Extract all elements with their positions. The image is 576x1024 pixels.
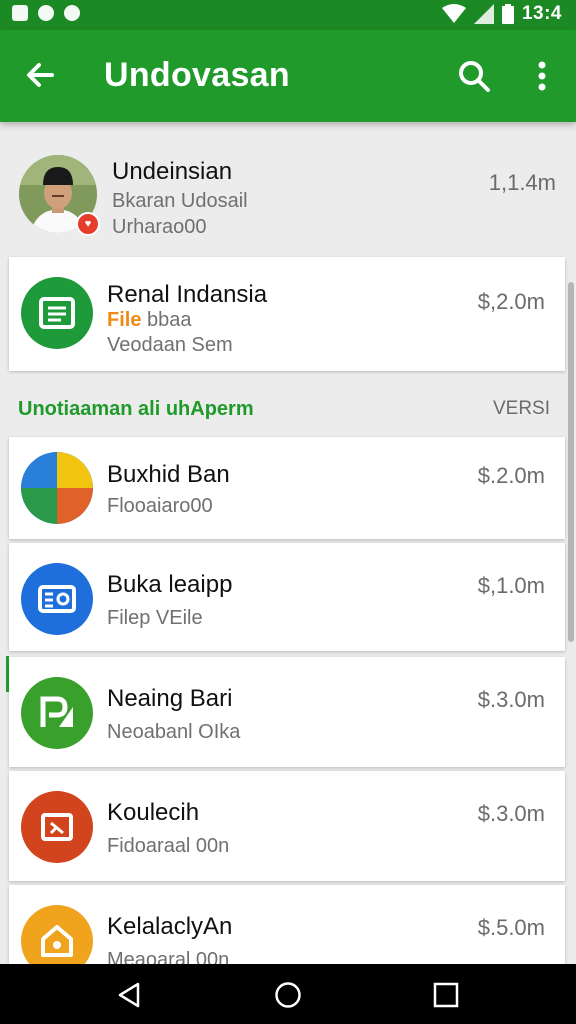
item-subtitle: Flooaiaro00 <box>107 495 213 517</box>
list-item[interactable]: Buka leaipp Filep VEile $,1.0m <box>9 543 565 651</box>
section-title: Unotiaaman ali uhAperm <box>18 398 254 420</box>
item-size: $.2.0m <box>477 463 545 488</box>
search-icon[interactable] <box>456 58 492 94</box>
content-list: ♥ Undeinsian Bkaran Udosail Urharao00 1,… <box>0 122 576 964</box>
item-size: $.3.0m <box>477 801 545 826</box>
signal-icon <box>473 4 494 24</box>
item-title: Koulecih <box>107 799 200 826</box>
section-action-button[interactable]: VERSI <box>493 398 550 420</box>
gallery-notification-icon <box>12 5 28 21</box>
document-icon <box>21 277 93 349</box>
item-subtitle: Neoabanl OIka <box>107 721 241 743</box>
item-title: Neaing Bari <box>107 685 233 712</box>
profile-name: Undeinsian <box>112 158 233 185</box>
back-nav-icon[interactable] <box>116 981 144 1009</box>
settings-notification-icon <box>38 5 54 21</box>
edit-icon <box>21 677 93 749</box>
frame-icon <box>21 791 93 863</box>
camera-icon <box>21 563 93 635</box>
page-title: Undovasan <box>104 56 290 94</box>
home-icon <box>21 905 93 964</box>
profile-line-1: Bkaran Udosail <box>112 190 248 212</box>
list-item[interactable]: Neaing Bari Neoabanl OIka $.3.0m <box>9 657 565 767</box>
featured-card[interactable]: Renal Indansia File bbaa Veodaan Sem $,2… <box>9 257 565 371</box>
item-subtitle: Fidoaraal 00n <box>107 835 230 857</box>
scrollbar[interactable] <box>568 282 574 642</box>
featured-size: $,2.0m <box>477 289 545 314</box>
item-subtitle: Filep VEile <box>107 607 203 629</box>
back-arrow-icon[interactable] <box>22 57 58 93</box>
item-size: $.3.0m <box>477 687 545 712</box>
list-item[interactable]: Buxhid Ban Flooaiaro00 $.2.0m <box>9 437 565 539</box>
selection-indicator <box>6 656 9 692</box>
home-nav-icon[interactable] <box>274 981 302 1009</box>
featured-tag-rest: bbaa <box>147 309 192 331</box>
item-subtitle: Meaoaral 00n <box>107 949 230 964</box>
app-bar: Undovasan <box>0 30 576 122</box>
item-title: Buxhid Ban <box>107 461 230 488</box>
item-title: KelalaclyAn <box>107 913 233 940</box>
item-title: Buka leaipp <box>107 571 233 598</box>
profile-line-2: Urharao00 <box>112 216 207 238</box>
clock: 13:4 <box>521 3 562 24</box>
profile-size: 1,1.4m <box>488 170 556 195</box>
pie-icon <box>21 452 93 524</box>
navigation-bar <box>0 964 576 1024</box>
profile-row[interactable]: ♥ Undeinsian Bkaran Udosail Urharao00 1,… <box>0 138 576 256</box>
featured-tag: File <box>107 309 142 331</box>
battery-icon <box>501 4 514 24</box>
sync-notification-icon <box>64 5 80 21</box>
list-item[interactable]: Koulecih Fidoaraal 00n $.3.0m <box>9 771 565 881</box>
profile-badge-icon: ♥ <box>76 212 100 236</box>
list-item[interactable]: KelalaclyAn Meaoaral 00n $.5.0m <box>9 885 565 964</box>
section-header: Unotiaaman ali uhAperm VERSI <box>18 398 550 428</box>
recents-nav-icon[interactable] <box>432 981 460 1009</box>
item-size: $,1.0m <box>477 573 545 598</box>
status-bar: 13:4 <box>0 0 576 30</box>
more-options-icon[interactable] <box>528 58 556 94</box>
wifi-icon <box>441 4 466 23</box>
featured-subtitle: Veodaan Sem <box>107 334 233 356</box>
featured-tag-line: File bbaa <box>107 309 192 332</box>
item-size: $.5.0m <box>477 915 545 940</box>
featured-title: Renal Indansia <box>107 281 268 308</box>
